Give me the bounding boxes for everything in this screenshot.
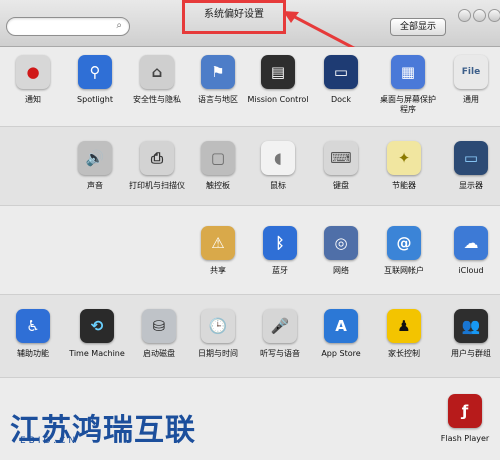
dock-icon: ▭ bbox=[324, 55, 358, 89]
pane-app-store[interactable]: A App Store bbox=[310, 309, 372, 359]
internet-accounts-icon: @ bbox=[387, 226, 421, 260]
preference-row-3: ☁ iCloud @ 互联网帐户 ◎ 网络 ᛒ 蓝牙 ⚠ 共享 bbox=[0, 205, 500, 294]
minimize-button[interactable] bbox=[473, 9, 486, 22]
pane-energy-saver[interactable]: ✦ 节能器 bbox=[373, 141, 435, 191]
pane-mouse[interactable]: ◖ 鼠标 bbox=[247, 141, 309, 191]
network-icon: ◎ bbox=[324, 226, 358, 260]
startup-disk-icon: ⛁ bbox=[142, 309, 176, 343]
date-time-icon: 🕒 bbox=[201, 309, 235, 343]
parental-controls-icon: ♟ bbox=[387, 309, 421, 343]
pane-startup-disk[interactable]: ⛁ 启动磁盘 bbox=[128, 309, 190, 359]
keyboard-icon: ⌨ bbox=[324, 141, 358, 175]
pane-general[interactable]: File 通用 bbox=[440, 55, 500, 105]
dictation-icon: 🎤 bbox=[263, 309, 297, 343]
pane-language[interactable]: ⚑ 语言与地区 bbox=[187, 55, 249, 105]
desktop-icon: ▦ bbox=[391, 55, 425, 89]
window-title: 系统偏好设置 bbox=[182, 0, 286, 34]
preference-row-4: 👥 用户与群组 ♟ 家长控制 A App Store 🎤 听写与语音 🕒 日期与… bbox=[0, 294, 500, 377]
users-groups-icon: 👥 bbox=[454, 309, 488, 343]
general-icon: File bbox=[454, 55, 488, 89]
search-icon: ⌕ bbox=[116, 20, 122, 31]
displays-icon: ▭ bbox=[454, 141, 488, 175]
sound-icon: 🔊 bbox=[78, 141, 112, 175]
pane-flash-player[interactable]: ƒ Flash Player bbox=[434, 394, 496, 444]
printer-icon: ⎙ bbox=[140, 141, 174, 175]
pane-keyboard[interactable]: ⌨ 键盘 bbox=[310, 141, 372, 191]
spotlight-icon: ⚲ bbox=[78, 55, 112, 89]
pane-spotlight[interactable]: ⚲ Spotlight bbox=[64, 55, 126, 105]
pane-bluetooth[interactable]: ᛒ 蓝牙 bbox=[249, 226, 311, 276]
watermark-subtext: EBIO.CN bbox=[20, 436, 79, 446]
zoom-button[interactable] bbox=[458, 9, 471, 22]
icloud-icon: ☁ bbox=[454, 226, 488, 260]
pane-dock[interactable]: ▭ Dock bbox=[310, 55, 372, 105]
pane-network[interactable]: ◎ 网络 bbox=[310, 226, 372, 276]
pane-security[interactable]: ⌂ 安全性与隐私 bbox=[126, 55, 188, 105]
pane-dictation[interactable]: 🎤 听写与语音 bbox=[249, 309, 311, 359]
preference-row-2: ▭ 显示器 ✦ 节能器 ⌨ 键盘 ◖ 鼠标 ▢ 触控板 ⎙ 打印机与扫描仪 🔊 … bbox=[0, 126, 500, 205]
mouse-icon: ◖ bbox=[261, 141, 295, 175]
app-store-icon: A bbox=[324, 309, 358, 343]
pane-users-groups[interactable]: 👥 用户与群组 bbox=[440, 309, 500, 359]
close-button[interactable] bbox=[488, 9, 500, 22]
pane-desktop[interactable]: ▦ 桌面与屏幕保护程序 bbox=[377, 55, 439, 115]
window-titlebar: ⌕ 系统偏好设置 全部显示 bbox=[0, 0, 500, 57]
trackpad-icon: ▢ bbox=[201, 141, 235, 175]
pane-trackpad[interactable]: ▢ 触控板 bbox=[187, 141, 249, 191]
time-machine-icon: ⟲ bbox=[80, 309, 114, 343]
notifications-icon: ● bbox=[16, 55, 50, 89]
pane-internet-accounts[interactable]: @ 互联网帐户 bbox=[373, 226, 435, 276]
mission-control-icon: ▤ bbox=[261, 55, 295, 89]
pane-date-time[interactable]: 🕒 日期与时间 bbox=[187, 309, 249, 359]
preference-row-1: File 通用 ▦ 桌面与屏幕保护程序 ▭ Dock ▤ Mission Con… bbox=[0, 47, 500, 125]
language-icon: ⚑ bbox=[201, 55, 235, 89]
pane-sharing[interactable]: ⚠ 共享 bbox=[187, 226, 249, 276]
energy-saver-icon: ✦ bbox=[387, 141, 421, 175]
pane-time-machine[interactable]: ⟲ Time Machine bbox=[66, 309, 128, 359]
pane-icloud[interactable]: ☁ iCloud bbox=[440, 226, 500, 276]
sharing-icon: ⚠ bbox=[201, 226, 235, 260]
pane-mission-control[interactable]: ▤ Mission Control bbox=[247, 55, 309, 105]
search-field[interactable]: ⌕ bbox=[6, 17, 130, 36]
pane-accessibility[interactable]: ♿ 辅助功能 bbox=[2, 309, 64, 359]
pane-printers[interactable]: ⎙ 打印机与扫描仪 bbox=[126, 141, 188, 191]
accessibility-icon: ♿ bbox=[16, 309, 50, 343]
pane-parental-controls[interactable]: ♟ 家长控制 bbox=[373, 309, 435, 359]
pane-displays[interactable]: ▭ 显示器 bbox=[440, 141, 500, 191]
show-all-button[interactable]: 全部显示 bbox=[390, 18, 446, 36]
flash-player-icon: ƒ bbox=[448, 394, 482, 428]
pane-sound[interactable]: 🔊 声音 bbox=[64, 141, 126, 191]
security-icon: ⌂ bbox=[140, 55, 174, 89]
bluetooth-icon: ᛒ bbox=[263, 226, 297, 260]
pane-notifications[interactable]: ● 通知 bbox=[2, 55, 64, 105]
